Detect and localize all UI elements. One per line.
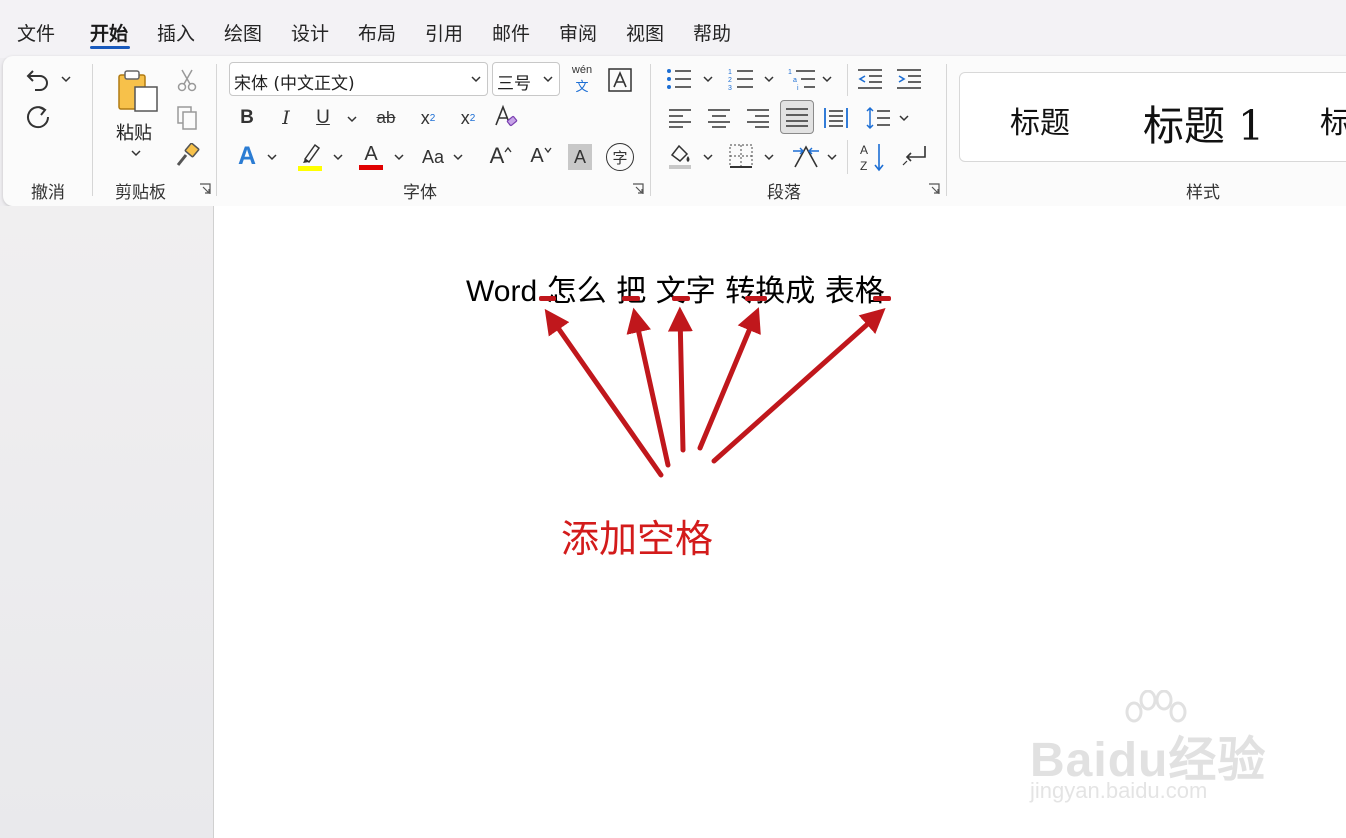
arrow (667, 306, 693, 453)
annotation-label: 添加空格 (561, 517, 714, 561)
arrow (711, 308, 886, 464)
watermark-sub: jingyan.baidu.com (1030, 778, 1208, 803)
baidu-watermark: Baidu经验 jingyan.baidu.com (1030, 690, 1280, 810)
arrow (544, 308, 664, 478)
